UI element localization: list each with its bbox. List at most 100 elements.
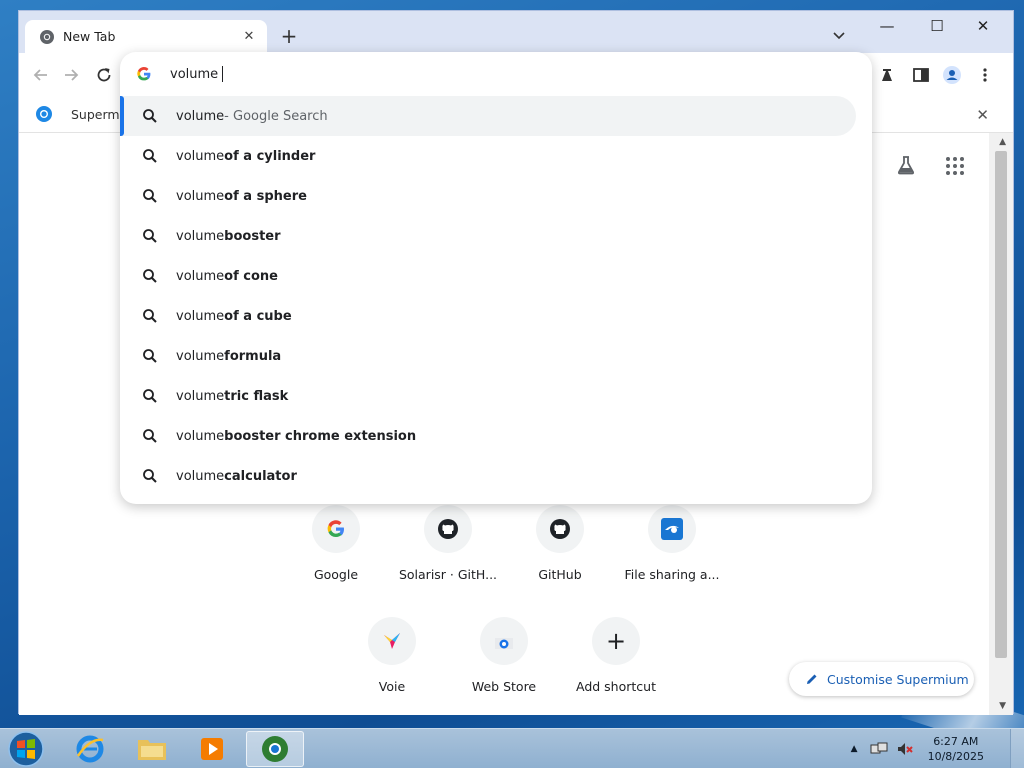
system-tray: ▲ 6:27 AM 10/8/2025 [851, 729, 984, 768]
shortcut-tile[interactable]: Voie [336, 617, 448, 694]
search-icon [143, 429, 157, 443]
scroll-thumb[interactable] [995, 151, 1007, 658]
search-icon [143, 149, 157, 163]
tab-title: New Tab [63, 29, 116, 44]
suggestion-item[interactable]: volume of cone [120, 256, 856, 296]
file-explorer-taskbar-icon[interactable] [130, 731, 174, 767]
start-button-icon[interactable] [6, 730, 46, 768]
tab-search-chevron-icon[interactable] [831, 27, 847, 43]
search-icon [143, 109, 157, 123]
github-icon [536, 505, 584, 553]
shortcut-tile[interactable]: Google [280, 505, 392, 582]
system-clock[interactable]: 6:27 AM 10/8/2025 [928, 734, 984, 764]
supermium-taskbar-icon[interactable] [246, 731, 304, 767]
menu-kebab-icon[interactable] [975, 65, 995, 85]
shortcut-tile[interactable]: Web Store [448, 617, 560, 694]
labs-flask-icon[interactable] [895, 154, 917, 176]
search-icon [143, 189, 157, 203]
volume-muted-icon[interactable] [896, 741, 914, 757]
suggestion-completion: of cone [224, 268, 278, 284]
scroll-down-arrow-icon[interactable]: ▼ [999, 701, 1006, 711]
suggestion-item[interactable]: volume of a cube [120, 296, 856, 336]
shortcut-tile[interactable]: Solarisr · GitH... [392, 505, 504, 582]
suggestion-prefix: volume [176, 228, 225, 244]
search-icon [143, 389, 157, 403]
search-icon [143, 229, 157, 243]
shortcut-label: GitHub [538, 567, 582, 582]
suggestion-item[interactable]: volume tric flask [120, 376, 856, 416]
github-icon [424, 505, 472, 553]
search-icon [143, 469, 157, 483]
tab-close-icon[interactable]: ✕ [241, 29, 257, 44]
suggestion-item[interactable]: volume booster chrome extension [120, 416, 856, 456]
webstore-icon [480, 617, 528, 665]
suggestion-item[interactable]: volume calculator [120, 456, 856, 496]
omnibox-dropdown: volume volume - Google Search volume of a… [120, 52, 872, 504]
suggestion-prefix: volume [176, 468, 225, 484]
suggestion-prefix: volume [176, 188, 225, 204]
suggestion-prefix: volume [176, 268, 225, 284]
shortcut-tile[interactable]: File sharing a... [616, 505, 728, 582]
shortcut-label: Add shortcut [576, 679, 656, 694]
maximize-button[interactable]: ☐ [921, 17, 953, 35]
suggestion-item[interactable]: volume of a sphere [120, 176, 856, 216]
search-icon [143, 349, 157, 363]
taskbar: ▲ 6:27 AM 10/8/2025 [0, 728, 1024, 768]
suggestion-item[interactable]: volume of a cylinder [120, 136, 856, 176]
add-shortcut-button[interactable]: + Add shortcut [560, 617, 672, 694]
suggestion-prefix: volume [176, 388, 225, 404]
bird-icon [368, 617, 416, 665]
plus-icon: + [592, 617, 640, 665]
suggestion-prefix: volume [176, 348, 225, 364]
suggestion-item[interactable]: volume formula [120, 336, 856, 376]
title-bar: New Tab ✕ + — ☐ ✕ [19, 11, 1013, 53]
supermium-icon [36, 106, 52, 122]
shortcut-label: Web Store [471, 679, 537, 694]
profile-avatar-icon[interactable] [942, 65, 962, 85]
chrome-favicon-icon [40, 29, 54, 44]
close-window-button[interactable]: ✕ [967, 17, 999, 35]
search-icon [143, 269, 157, 283]
media-player-taskbar-icon[interactable] [190, 731, 234, 767]
suggestion-completion: booster chrome extension [224, 428, 417, 444]
extensions-icon[interactable] [877, 65, 897, 85]
bookmark-bar-close-icon[interactable]: ✕ [976, 106, 989, 124]
suggestion-prefix: volume [176, 148, 225, 164]
suggestion-completion: formula [224, 348, 282, 364]
address-bar-text: volume [170, 66, 219, 82]
shortcut-label: Voie [378, 679, 406, 694]
forward-icon[interactable] [61, 65, 81, 85]
reload-icon[interactable] [94, 65, 114, 85]
internet-explorer-taskbar-icon[interactable] [68, 731, 112, 767]
suggestion-prefix: volume [176, 308, 225, 324]
side-panel-icon[interactable] [911, 65, 931, 85]
new-tab-button[interactable]: + [277, 24, 301, 48]
apps-grid-icon[interactable] [945, 156, 965, 176]
customise-button[interactable]: Customise Supermium [789, 662, 974, 696]
shortcut-label: Solarisr · GitH... [398, 567, 498, 582]
text-caret [222, 66, 224, 82]
network-icon[interactable] [870, 741, 888, 757]
suggestion-completion: calculator [224, 468, 297, 484]
suggestion-completion: tric flask [224, 388, 289, 404]
suggestion-extra: - Google Search [224, 108, 328, 124]
suggestion-item[interactable]: volume booster [120, 216, 856, 256]
suggestion-item[interactable]: volume - Google Search [120, 96, 856, 136]
address-bar-input[interactable]: volume [120, 52, 872, 96]
shortcut-label: Google [313, 567, 359, 582]
shortcut-tile[interactable]: GitHub [504, 505, 616, 582]
clock-time: 6:27 AM [933, 735, 979, 748]
suggestion-prefix: volume [176, 108, 225, 124]
show-desktop-button[interactable] [1010, 729, 1024, 768]
tab-new-tab[interactable]: New Tab ✕ [25, 20, 267, 53]
scroll-up-arrow-icon[interactable]: ▲ [999, 137, 1006, 147]
tray-overflow-icon[interactable]: ▲ [851, 744, 858, 754]
suggestion-completion: of a cylinder [224, 148, 316, 164]
suggestion-completion: booster [224, 228, 281, 244]
bookmark-label: Supermi [71, 106, 124, 122]
suggestion-prefix: volume [176, 428, 225, 444]
back-icon[interactable] [31, 65, 51, 85]
customise-label: Customise Supermium [827, 671, 969, 687]
minimize-button[interactable]: — [871, 17, 903, 35]
bookmark-item[interactable]: Supermi [35, 105, 123, 123]
